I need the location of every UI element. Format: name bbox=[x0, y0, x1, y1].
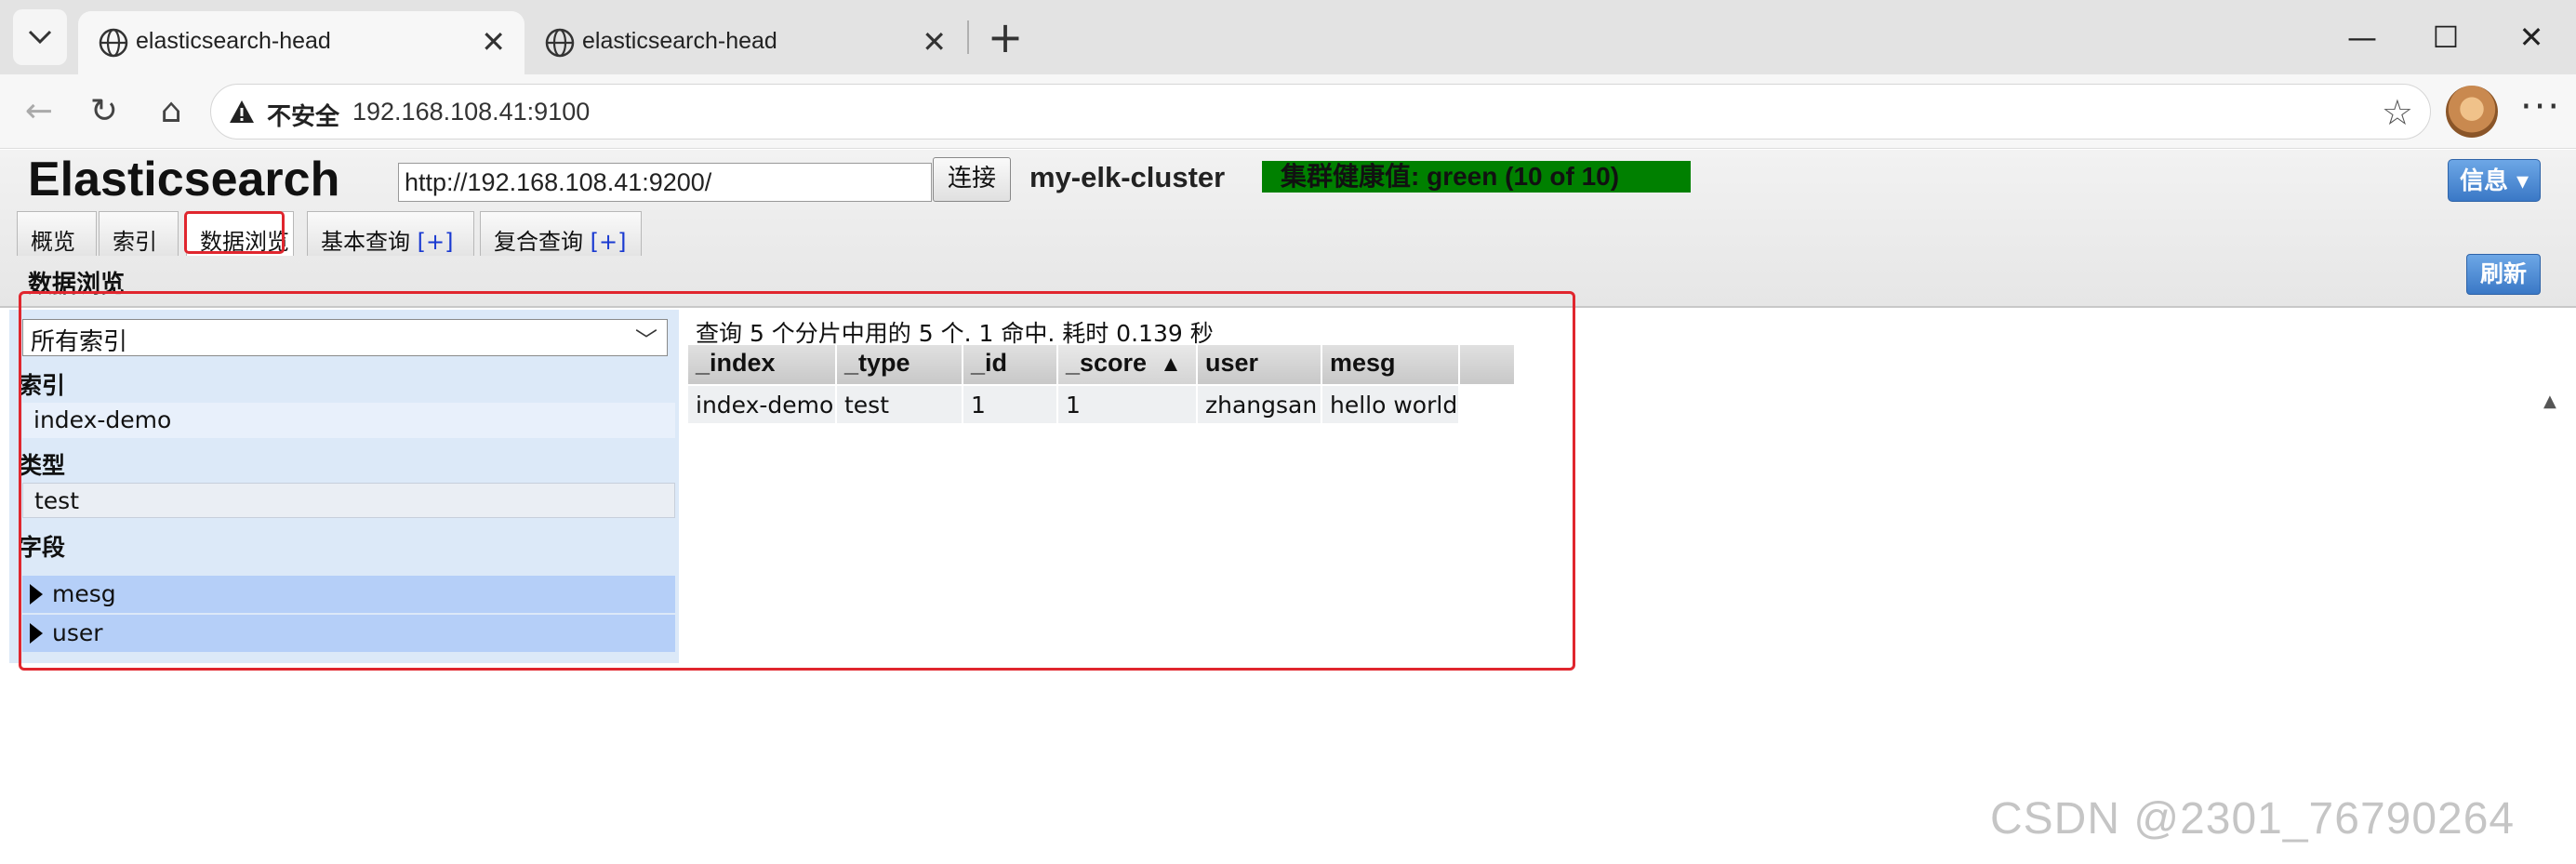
more-menu-icon[interactable]: ··· bbox=[2520, 86, 2561, 128]
cluster-health-badge: 集群健康值: green (10 of 10) bbox=[1262, 161, 1691, 193]
back-icon[interactable]: ← bbox=[17, 89, 61, 134]
refresh-button[interactable]: 刷新 bbox=[2466, 254, 2541, 295]
tab-label: 索引 bbox=[113, 229, 157, 255]
tab-highlight-box bbox=[184, 211, 285, 254]
globe-icon bbox=[545, 28, 575, 58]
browser-tab-active[interactable]: elasticsearch-head ✕ bbox=[78, 11, 524, 74]
connect-url-input[interactable] bbox=[398, 163, 932, 202]
address-bar[interactable]: 不安全 192.168.108.41:9100 ☆ bbox=[210, 84, 2431, 140]
url-text[interactable]: 192.168.108.41:9100 bbox=[352, 98, 590, 126]
tab-basic-query[interactable]: 基本查询 [+] bbox=[307, 211, 474, 256]
tab-overview[interactable]: 概览 bbox=[17, 211, 97, 256]
page-content: Elasticsearch 连接 my-elk-cluster 集群健康值: g… bbox=[0, 150, 2576, 864]
new-tab-button[interactable]: + bbox=[984, 13, 1027, 61]
tab-label: 概览 bbox=[31, 229, 75, 255]
info-dropdown-button[interactable]: 信息 ▾ bbox=[2448, 159, 2541, 202]
address-bar-row: ← ↻ ⌂ 不安全 192.168.108.41:9100 ☆ ··· bbox=[0, 74, 2576, 149]
browser-tab-inactive[interactable]: elasticsearch-head ✕ bbox=[524, 11, 965, 74]
chevron-down-icon bbox=[28, 30, 52, 45]
close-window-icon[interactable]: ✕ bbox=[2511, 17, 2552, 58]
minimize-icon[interactable]: — bbox=[2342, 17, 2383, 58]
home-icon[interactable]: ⌂ bbox=[149, 89, 193, 134]
reload-icon[interactable]: ↻ bbox=[82, 89, 126, 134]
not-secure-label: 不安全 bbox=[267, 103, 340, 131]
tab-plus[interactable]: [+] bbox=[418, 229, 454, 255]
tab-separator bbox=[967, 20, 969, 54]
tab-label: 复合查询 bbox=[494, 229, 583, 255]
tab-compound-query[interactable]: 复合查询 [+] bbox=[480, 211, 642, 256]
close-tab-icon[interactable]: ✕ bbox=[481, 24, 506, 60]
warning-icon bbox=[230, 100, 254, 123]
tab-title: elasticsearch-head bbox=[136, 28, 331, 54]
cluster-name: my-elk-cluster bbox=[1029, 161, 1226, 193]
browser-tab-bar: elasticsearch-head ✕ elasticsearch-head … bbox=[0, 0, 2576, 74]
tab-label: 基本查询 bbox=[321, 229, 410, 255]
maximize-icon[interactable]: ☐ bbox=[2425, 17, 2466, 58]
globe-icon bbox=[99, 28, 128, 58]
close-tab-icon[interactable]: ✕ bbox=[922, 24, 947, 60]
es-head-header: Elasticsearch 连接 my-elk-cluster 集群健康值: g… bbox=[0, 150, 2576, 308]
tab-list-button[interactable] bbox=[13, 9, 67, 65]
tab-plus[interactable]: [+] bbox=[591, 229, 627, 255]
connect-button[interactable]: 连接 bbox=[933, 157, 1011, 202]
tab-title: elasticsearch-head bbox=[582, 28, 777, 54]
scroll-up-icon[interactable]: ▲ bbox=[2543, 392, 2556, 411]
watermark: CSDN @2301_76790264 bbox=[1990, 794, 2516, 844]
favorite-star-icon[interactable]: ☆ bbox=[2382, 92, 2413, 133]
brand-title: Elasticsearch bbox=[28, 153, 340, 206]
tab-indices[interactable]: 索引 bbox=[99, 211, 179, 256]
content-highlight-box bbox=[19, 291, 1575, 671]
profile-avatar[interactable] bbox=[2446, 86, 2498, 138]
